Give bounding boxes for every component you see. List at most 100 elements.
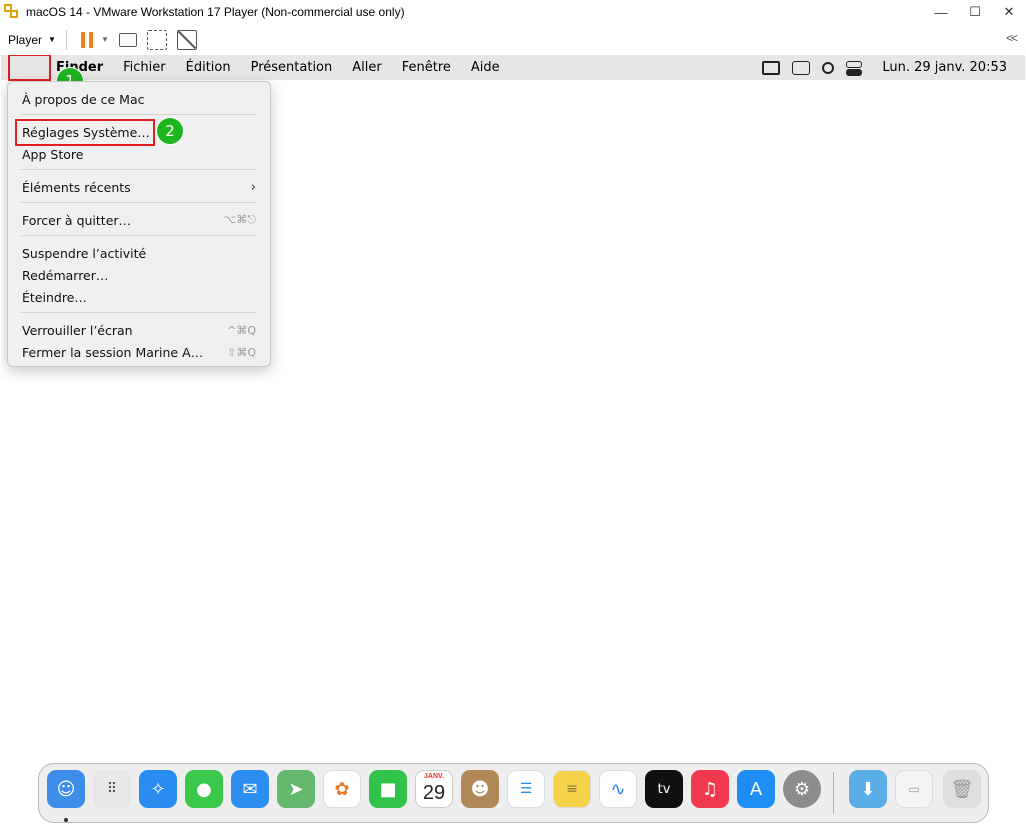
apple-menu-button[interactable] bbox=[8, 55, 51, 81]
menu-fichier[interactable]: Fichier bbox=[113, 60, 176, 75]
dock-app-freeform[interactable]: ∿ bbox=[599, 770, 637, 808]
menu-aller[interactable]: Aller bbox=[342, 60, 391, 75]
menu-item-label: Redémarrer… bbox=[22, 267, 109, 283]
menu-fenetre[interactable]: Fenêtre bbox=[392, 60, 461, 75]
chevron-right-icon: › bbox=[250, 179, 256, 195]
music-note-icon: ♫ bbox=[701, 778, 719, 800]
dock-downloads-folder[interactable]: ⬇ bbox=[849, 770, 887, 808]
dock-app-calendar[interactable]: JANV. 29 bbox=[415, 770, 453, 808]
menu-item-label: Verrouiller l’écran bbox=[22, 322, 133, 338]
dock-trash[interactable]: 🗑 bbox=[943, 770, 981, 808]
dock-app-contacts[interactable]: ☻ bbox=[461, 770, 499, 808]
maximize-button[interactable]: ☐ bbox=[958, 0, 992, 24]
launchpad-icon: ⠿ bbox=[106, 781, 118, 797]
dock-divider bbox=[833, 772, 834, 814]
menu-item-force-quit[interactable]: Forcer à quitter… ⌥⌘⎋ bbox=[22, 209, 256, 231]
menu-edition[interactable]: Édition bbox=[176, 60, 241, 75]
video-camera-icon: ■ bbox=[379, 778, 397, 800]
menu-item-label: Éteindre… bbox=[22, 289, 87, 305]
stage-manager-icon[interactable] bbox=[792, 60, 811, 75]
screen-mirroring-icon[interactable] bbox=[762, 60, 781, 75]
dock-app-photos[interactable]: ✿ bbox=[323, 770, 361, 808]
app-store-icon: A bbox=[749, 778, 763, 800]
power-options-chevron-icon[interactable]: ▼ bbox=[101, 35, 109, 44]
vmware-logo-icon bbox=[4, 4, 20, 20]
compass-icon: ✧ bbox=[150, 778, 166, 800]
window-title: macOS 14 - VMware Workstation 17 Player … bbox=[26, 5, 405, 19]
dock-app-messages[interactable]: ● bbox=[185, 770, 223, 808]
menubar-clock[interactable]: Lun. 29 janv. 20:53 bbox=[882, 60, 1007, 75]
menu-item-lock-screen[interactable]: Verrouiller l’écran ^⌘Q bbox=[22, 319, 256, 341]
annotation-highlight-apple bbox=[8, 55, 51, 81]
menu-item-shortcut: ⌥⌘⎋ bbox=[223, 213, 256, 226]
menu-item-label: Éléments récents bbox=[22, 179, 131, 195]
menu-presentation[interactable]: Présentation bbox=[241, 60, 343, 75]
menu-item-label: À propos de ce Mac bbox=[22, 91, 145, 107]
dock-app-notes[interactable]: ≡ bbox=[553, 770, 591, 808]
dock-app-app-store[interactable]: A bbox=[737, 770, 775, 808]
dock-app-system-settings[interactable]: ⚙ bbox=[783, 770, 821, 808]
menu-item-label: Réglages Système… bbox=[22, 124, 150, 140]
menu-divider bbox=[21, 235, 257, 236]
dock-app-facetime[interactable]: ■ bbox=[369, 770, 407, 808]
menu-item-sleep[interactable]: Suspendre l’activité bbox=[22, 242, 256, 264]
control-center-icon[interactable] bbox=[846, 60, 863, 76]
menu-item-label: Suspendre l’activité bbox=[22, 245, 147, 261]
dock-app-launchpad[interactable]: ⠿ bbox=[93, 770, 131, 808]
dock-app-finder[interactable]: ☺ bbox=[47, 770, 85, 808]
preview-icon: ▭ bbox=[908, 782, 920, 796]
dock-app-safari[interactable]: ✧ bbox=[139, 770, 177, 808]
dock-app-music[interactable]: ♫ bbox=[691, 770, 729, 808]
send-ctrl-alt-del-icon[interactable] bbox=[118, 32, 137, 47]
checklist-icon: ☰ bbox=[519, 781, 533, 797]
spotlight-search-icon[interactable] bbox=[822, 61, 835, 74]
trash-icon: 🗑 bbox=[950, 778, 974, 800]
menu-divider bbox=[21, 169, 257, 170]
vmware-toolbar: Player ▼ ▼ << bbox=[0, 24, 1026, 55]
minimize-button[interactable]: — bbox=[924, 0, 958, 24]
menu-divider bbox=[21, 114, 257, 115]
dock-app-reminders[interactable]: ☰ bbox=[507, 770, 545, 808]
dock-app-mail[interactable]: ✉ bbox=[231, 770, 269, 808]
dock-preview[interactable]: ▭ bbox=[895, 770, 933, 808]
calendar-month: JANV. bbox=[424, 773, 444, 780]
fullscreen-icon[interactable] bbox=[146, 29, 167, 50]
vm-screen[interactable]: Finder Fichier Édition Présentation Alle… bbox=[1, 55, 1025, 825]
unity-mode-icon[interactable] bbox=[176, 29, 197, 50]
menu-item-about-this-mac[interactable]: À propos de ce Mac bbox=[22, 88, 256, 110]
menu-divider bbox=[21, 312, 257, 313]
menubar-status-area: Lun. 29 janv. 20:53 bbox=[756, 55, 1025, 80]
menu-item-shutdown[interactable]: Éteindre… bbox=[22, 286, 256, 308]
menu-item-app-store[interactable]: App Store bbox=[22, 143, 256, 165]
step-badge-2: 2 bbox=[156, 117, 184, 145]
menu-item-system-settings[interactable]: Réglages Système… bbox=[22, 121, 256, 143]
download-folder-icon: ⬇ bbox=[860, 778, 876, 800]
menu-item-label: Fermer la session Marine A… bbox=[22, 344, 204, 360]
dock-app-tv[interactable]: tv bbox=[645, 770, 683, 808]
chevron-down-icon: ▼ bbox=[48, 35, 56, 44]
menu-item-log-out[interactable]: Fermer la session Marine A… ⇧⌘Q bbox=[22, 341, 256, 363]
menu-aide[interactable]: Aide bbox=[461, 60, 510, 75]
menu-item-recent-items[interactable]: Éléments récents › bbox=[22, 176, 256, 198]
notepad-icon: ≡ bbox=[566, 781, 578, 797]
running-indicator bbox=[64, 818, 68, 822]
menu-item-restart[interactable]: Redémarrer… bbox=[22, 264, 256, 286]
contact-card-icon: ☻ bbox=[470, 778, 490, 800]
player-menu-button[interactable]: Player ▼ bbox=[8, 33, 56, 47]
pause-icon[interactable] bbox=[80, 31, 93, 48]
close-button[interactable]: ✕ bbox=[992, 0, 1026, 24]
menu-item-shortcut: ⇧⌘Q bbox=[227, 345, 256, 359]
menu-item-shortcut: ^⌘Q bbox=[227, 323, 256, 337]
finder-icon: ☺ bbox=[56, 778, 76, 800]
apple-menu-dropdown: À propos de ce Mac Réglages Système… App… bbox=[7, 81, 271, 367]
chat-bubble-icon: ● bbox=[196, 778, 212, 800]
window-titlebar: macOS 14 - VMware Workstation 17 Player … bbox=[0, 0, 1026, 24]
envelope-icon: ✉ bbox=[242, 778, 258, 800]
menu-divider bbox=[21, 202, 257, 203]
flower-icon: ✿ bbox=[334, 778, 350, 800]
collapse-toolbar-icon[interactable]: << bbox=[1006, 31, 1018, 45]
menu-item-label: Forcer à quitter… bbox=[22, 212, 132, 228]
dock-app-maps[interactable]: ➤ bbox=[277, 770, 315, 808]
apple-tv-icon: tv bbox=[657, 781, 671, 797]
toolbar-divider bbox=[65, 29, 67, 50]
